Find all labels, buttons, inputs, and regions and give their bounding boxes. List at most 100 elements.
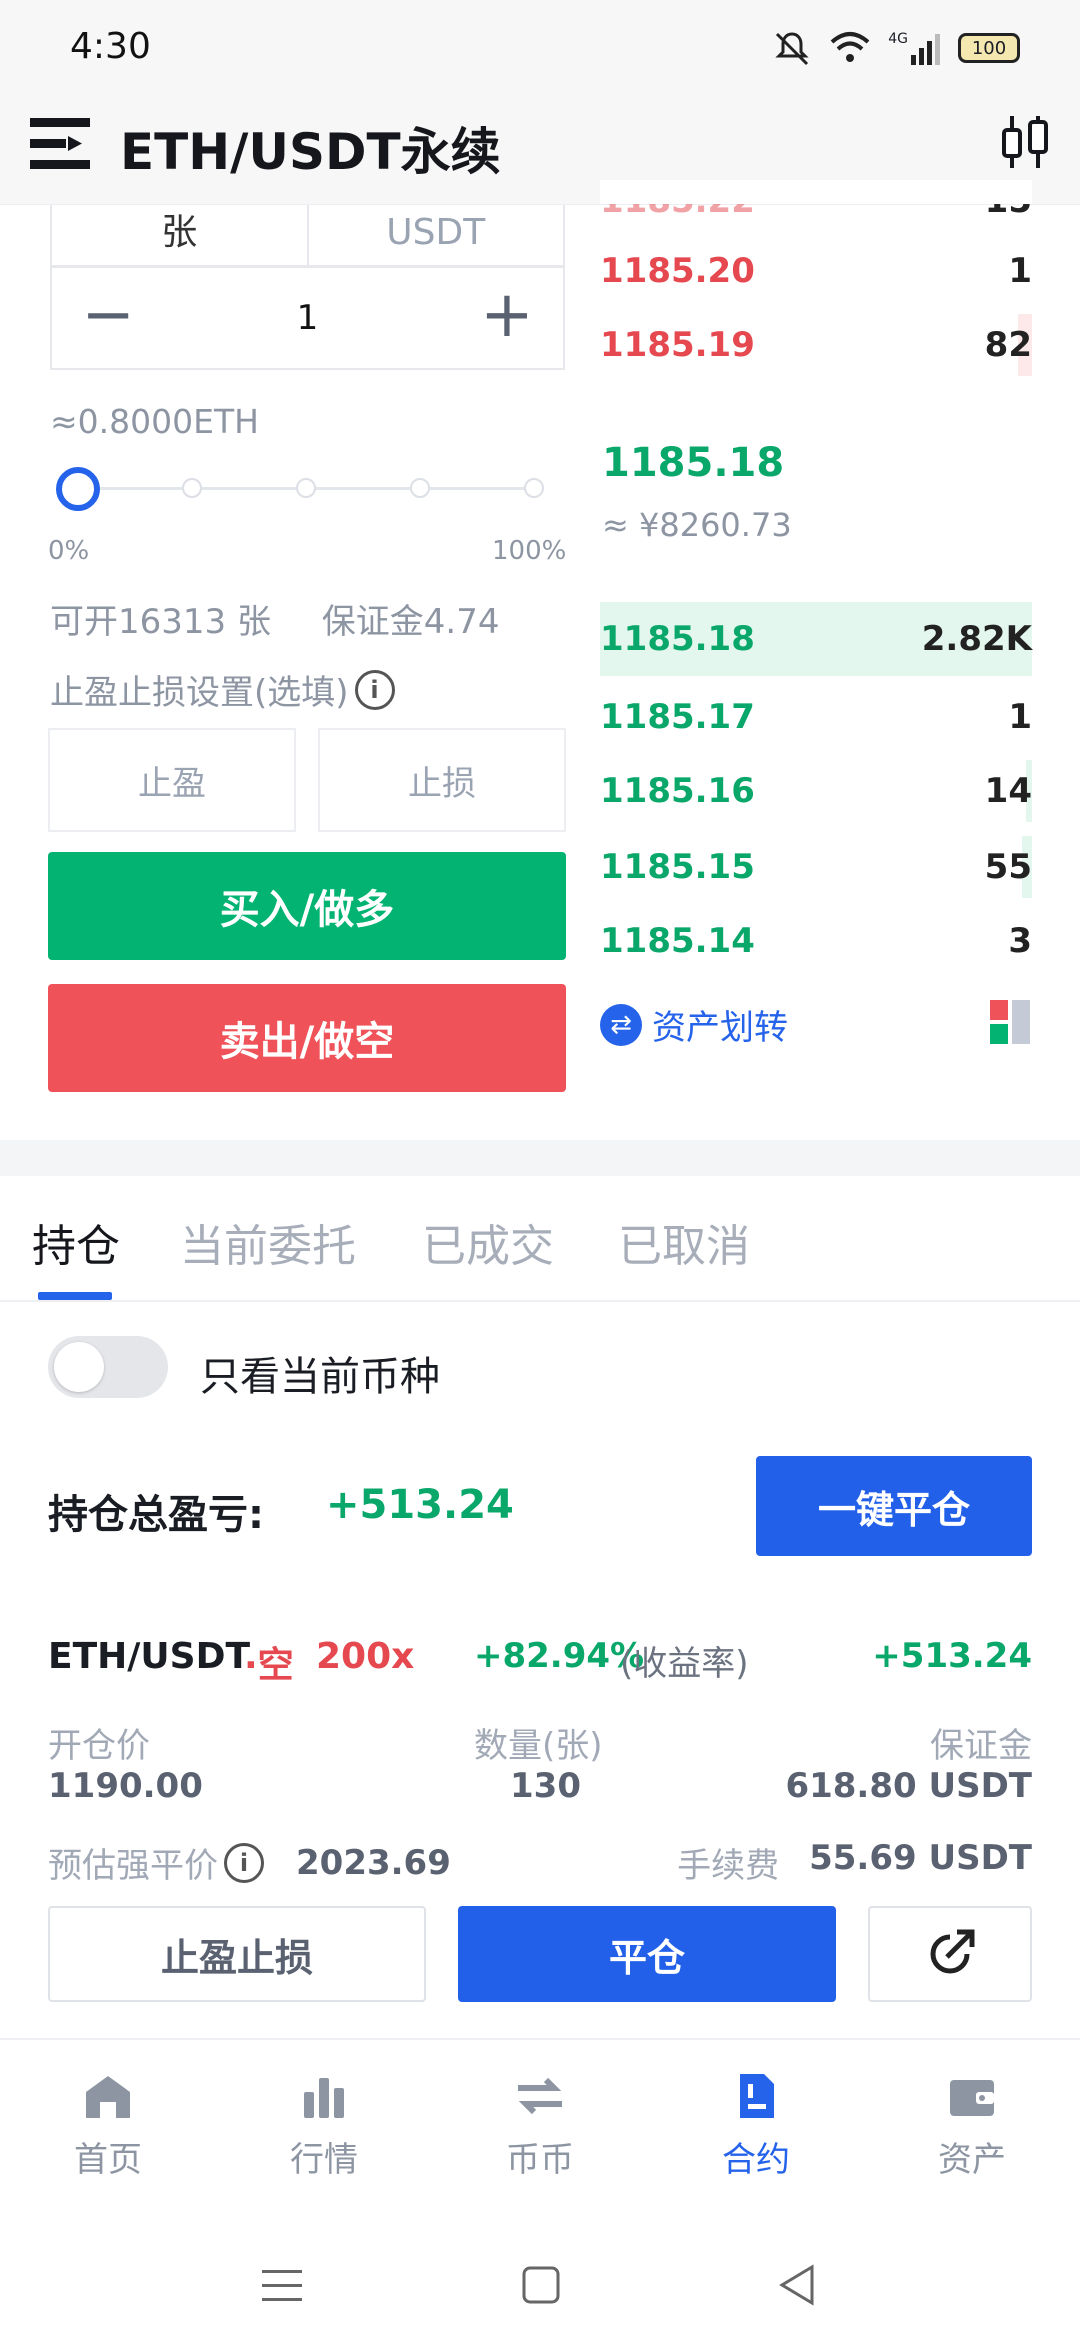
tab-open-orders[interactable]: 当前委托: [180, 1210, 356, 1274]
slider-step-100[interactable]: [524, 478, 544, 498]
nav-home[interactable]: 首页: [0, 2040, 216, 2224]
slider-step-75[interactable]: [410, 478, 430, 498]
tpsl-setting-label: 止盈止损设置(选填) i: [50, 665, 395, 714]
menu-icon[interactable]: [28, 114, 92, 174]
tpsl-label-text: 止盈止损设置(选填): [50, 673, 349, 713]
nav-label: 合约: [722, 2140, 790, 2180]
bid-row[interactable]: 1185.15 55: [600, 836, 1032, 898]
status-time: 4:30: [70, 26, 151, 67]
home-icon: [86, 2076, 130, 2118]
nav-markets[interactable]: 行情: [216, 2040, 432, 2224]
toggle-knob: [54, 1342, 104, 1392]
approx-amount: ≈0.8000ETH: [50, 402, 259, 441]
bid-row[interactable]: 1185.16 14: [600, 760, 1032, 822]
unit-toggle[interactable]: 张 USDT: [50, 205, 565, 267]
network-label: 4G: [888, 31, 908, 47]
liq-price-group: 预估强平价 i 2023.69: [48, 1838, 451, 1887]
page-title: ETH/USDT永续: [120, 123, 501, 181]
quantity-input[interactable]: 1: [297, 298, 319, 338]
available-info: 可开16313 张 保证金4.74: [50, 594, 539, 643]
home-square-icon[interactable]: [522, 2266, 560, 2304]
bid-price: 1185.14: [600, 921, 755, 961]
ask-price: 1185.20: [600, 251, 755, 291]
share-icon: [930, 1929, 975, 1974]
margin-value: 618.80 USDT: [785, 1766, 1032, 1806]
orderbook-depth-icon[interactable]: [990, 1000, 1032, 1044]
decrease-button[interactable]: −: [80, 283, 136, 347]
nav-label: 资产: [938, 2140, 1006, 2180]
fee-group: 手续费 55.69 USDT: [677, 1838, 1032, 1887]
bid-row[interactable]: 1185.17 1: [600, 686, 1032, 748]
nav-label: 行情: [290, 2140, 358, 2180]
mute-icon: [775, 32, 809, 66]
nav-contract[interactable]: 合约: [648, 2040, 864, 2224]
bid-qty: 14: [984, 771, 1032, 811]
chart-bars-icon: [304, 2078, 344, 2118]
info-icon[interactable]: i: [224, 1842, 264, 1883]
bid-qty: 1: [1008, 697, 1032, 737]
tpsl-button[interactable]: 止盈止损: [48, 1906, 426, 2002]
wallet-icon: [950, 2080, 994, 2116]
tab-filled[interactable]: 已成交: [422, 1210, 554, 1274]
ask-row[interactable]: 1185.20 1: [600, 240, 1032, 302]
bid-price: 1185.15: [600, 847, 755, 887]
position-leverage: 200x: [316, 1636, 415, 1677]
asset-transfer-link[interactable]: ⇄ 资产划转: [600, 1000, 788, 1049]
close-position-button[interactable]: 平仓: [458, 1906, 836, 2002]
position-roe: +82.94%: [474, 1636, 645, 1676]
stop-loss-input[interactable]: 止损: [318, 728, 566, 832]
slider-step-50[interactable]: [296, 478, 316, 498]
nav-assets[interactable]: 资产: [864, 2040, 1080, 2224]
wifi-icon: [830, 32, 870, 62]
bid-row[interactable]: 1185.18 2.82K: [600, 602, 1032, 676]
last-price-cny: ≈ ¥8260.73: [602, 506, 792, 544]
fee-value: 55.69 USDT: [809, 1838, 1032, 1878]
position-pnl: +513.24: [872, 1636, 1032, 1676]
ask-row[interactable]: 1185.19 82: [600, 314, 1032, 376]
entry-price-value: 1190.00: [48, 1766, 203, 1806]
margin-label: 保证金: [930, 1726, 1032, 1766]
take-profit-placeholder: 止盈: [138, 763, 206, 804]
info-icon[interactable]: i: [354, 669, 395, 710]
recent-apps-icon[interactable]: [262, 2268, 302, 2304]
bid-price: 1185.18: [600, 619, 755, 659]
slider-step-25[interactable]: [182, 478, 202, 498]
slider-thumb[interactable]: [56, 467, 100, 511]
position-roe-label: (收益率): [620, 1644, 749, 1684]
quantity-stepper: − 1 +: [50, 266, 565, 370]
last-price: 1185.18: [602, 440, 785, 486]
position-side: ·空: [244, 1645, 294, 1686]
transfer-icon: ⇄: [600, 1003, 642, 1046]
fee-label: 手续费: [677, 1846, 780, 1886]
margin-amount: 保证金4.74: [321, 602, 500, 642]
battery-icon: 100: [958, 33, 1020, 63]
bid-price: 1185.16: [600, 771, 755, 811]
position-symbol: ETH/USDT: [48, 1636, 251, 1677]
buy-long-button[interactable]: 买入/做多: [48, 852, 566, 960]
bid-row[interactable]: 1185.14 3: [600, 910, 1032, 972]
size-value: 130: [510, 1766, 581, 1806]
unit-option-contracts[interactable]: 张: [52, 205, 309, 265]
back-icon[interactable]: [778, 2264, 816, 2306]
bid-qty: 3: [1008, 921, 1032, 961]
available-amount: 可开16313 张: [50, 602, 271, 642]
signal-icon: 4G: [888, 31, 940, 65]
candlestick-chart-icon[interactable]: [998, 112, 1052, 172]
increase-button[interactable]: +: [479, 283, 535, 347]
close-all-button[interactable]: 一键平仓: [756, 1456, 1032, 1556]
sell-short-button[interactable]: 卖出/做空: [48, 984, 566, 1092]
battery-level: 100: [971, 37, 1007, 59]
bid-qty: 2.82K: [921, 619, 1032, 659]
take-profit-input[interactable]: 止盈: [48, 728, 296, 832]
unit-option-usdt[interactable]: USDT: [309, 205, 564, 265]
liq-price-label: 预估强平价: [48, 1846, 218, 1886]
liq-price-value: 2023.69: [296, 1842, 451, 1883]
tab-cancelled[interactable]: 已取消: [618, 1210, 750, 1274]
nav-spot[interactable]: 币币: [432, 2040, 648, 2224]
contract-doc-icon: [740, 2074, 774, 2118]
ask-qty: 82: [984, 325, 1032, 365]
tab-positions[interactable]: 持仓: [32, 1210, 120, 1274]
total-pnl-value: +513.24: [326, 1482, 514, 1528]
share-button[interactable]: [868, 1906, 1032, 2002]
system-nav-bar: [0, 2224, 1080, 2340]
